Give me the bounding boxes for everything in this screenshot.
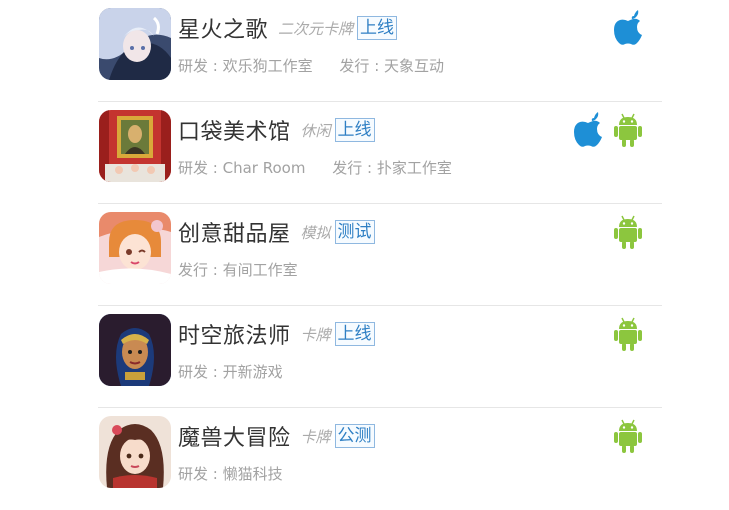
developer-name: 懒猫科技 (222, 465, 283, 483)
genre-tag: 二次元卡牌 (278, 19, 354, 38)
game-title[interactable]: 星火之歌 (178, 12, 268, 44)
meta-label: 研发 (178, 465, 209, 483)
platform-icons (612, 214, 644, 250)
publisher-name: 有间工作室 (222, 261, 298, 279)
developer-name: Char Room (222, 159, 306, 177)
meta-label: 研发 (178, 57, 209, 75)
list-item[interactable]: 时空旅法师 卡牌 上线 研发 : 开新游戏 (98, 306, 662, 408)
game-icon-shikong[interactable] (99, 314, 171, 386)
game-title[interactable]: 时空旅法师 (178, 318, 291, 350)
game-icon-chuangyi[interactable] (99, 212, 171, 284)
status-badge: 公测 (334, 424, 375, 448)
status-badge: 测试 (334, 220, 375, 244)
meta-label: 发行 (339, 57, 370, 75)
status-badge: 上线 (334, 118, 375, 142)
genre-tag: 卡牌 (300, 325, 331, 344)
list-item[interactable]: 口袋美术馆 休闲 上线 研发 : Char Room 发行 : 扑家工作室 (98, 102, 662, 204)
game-icon-moshou[interactable] (99, 416, 171, 488)
game-meta: 研发 : 懒猫科技 (178, 465, 283, 483)
game-title[interactable]: 创意甜品屋 (178, 216, 291, 248)
game-icon-xinghuo[interactable] (99, 8, 171, 80)
publisher-name: 天象互动 (384, 57, 445, 75)
status-badge: 上线 (334, 322, 375, 346)
game-icon-koudai[interactable] (99, 110, 171, 182)
list-item[interactable]: 创意甜品屋 模拟 测试 发行 : 有间工作室 (98, 204, 662, 306)
publisher-name: 扑家工作室 (376, 159, 452, 177)
android-icon[interactable] (612, 418, 644, 454)
platform-icons (612, 316, 644, 352)
meta-label: 发行 (332, 159, 363, 177)
apple-icon[interactable] (612, 10, 644, 46)
game-meta: 研发 : Char Room 发行 : 扑家工作室 (178, 159, 452, 177)
android-icon[interactable] (612, 112, 644, 148)
meta-label: 研发 (178, 159, 209, 177)
status-badge: 上线 (357, 16, 398, 40)
list-item[interactable]: 星火之歌 二次元卡牌 上线 研发 : 欢乐狗工作室 发行 : 天象互动 (98, 0, 662, 102)
game-meta: 研发 : 欢乐狗工作室 发行 : 天象互动 (178, 57, 445, 75)
platform-icons (612, 10, 644, 46)
android-icon[interactable] (612, 316, 644, 352)
game-meta: 研发 : 开新游戏 (178, 363, 283, 381)
game-title[interactable]: 口袋美术馆 (178, 114, 291, 146)
meta-label: 发行 (178, 261, 209, 279)
platform-icons (572, 112, 644, 148)
platform-icons (612, 418, 644, 454)
android-icon[interactable] (612, 214, 644, 250)
apple-icon[interactable] (572, 112, 604, 148)
meta-label: 研发 (178, 363, 209, 381)
list-item[interactable]: 魔兽大冒险 卡牌 公测 研发 : 懒猫科技 (98, 408, 662, 510)
developer-name: 开新游戏 (222, 363, 283, 381)
game-meta: 发行 : 有间工作室 (178, 261, 298, 279)
genre-tag: 卡牌 (300, 427, 331, 446)
game-title[interactable]: 魔兽大冒险 (178, 420, 291, 452)
game-list: 星火之歌 二次元卡牌 上线 研发 : 欢乐狗工作室 发行 : 天象互动 口袋美术… (98, 0, 662, 510)
genre-tag: 模拟 (300, 223, 331, 242)
genre-tag: 休闲 (300, 121, 331, 140)
developer-name: 欢乐狗工作室 (222, 57, 313, 75)
